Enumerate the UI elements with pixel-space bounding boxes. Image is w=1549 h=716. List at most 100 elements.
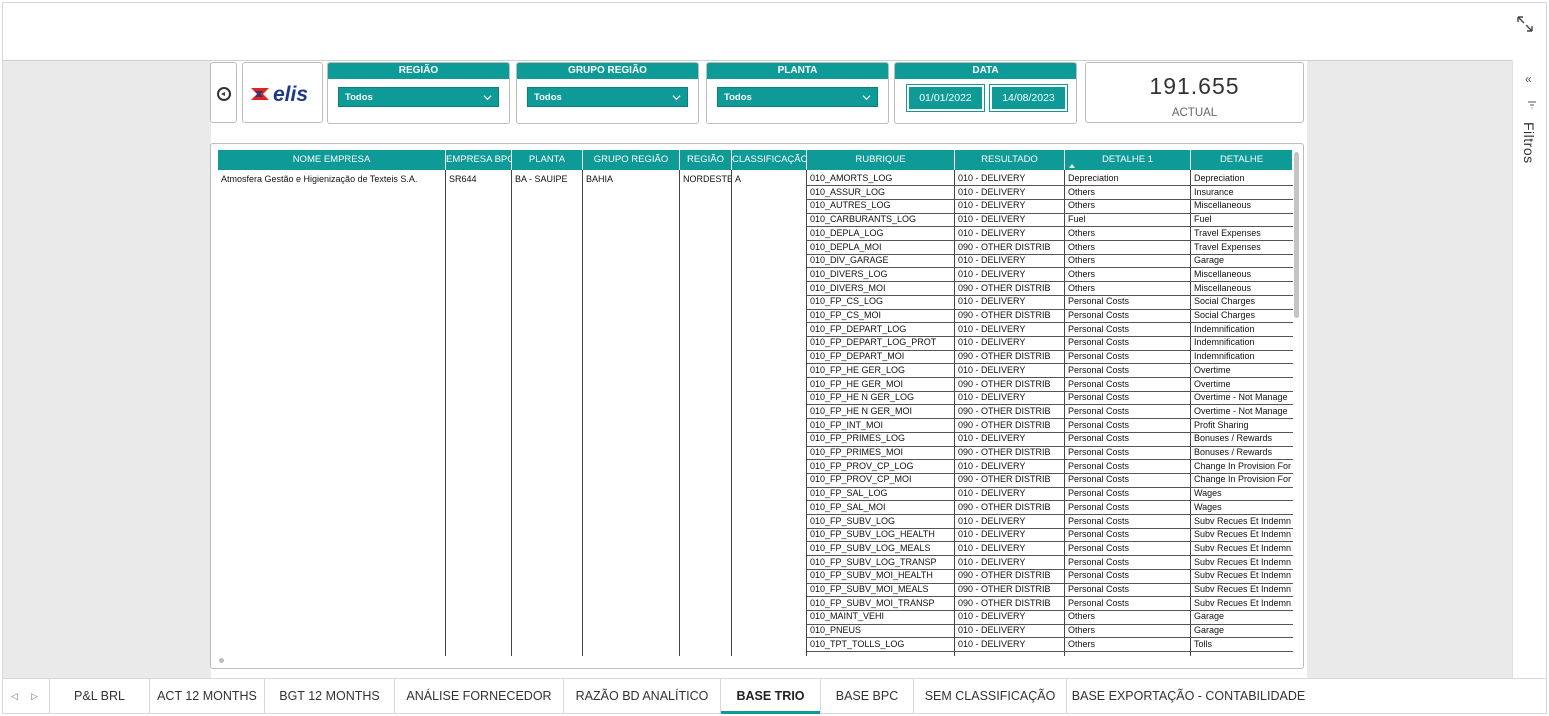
column-header[interactable]: PLANTA xyxy=(512,150,583,170)
back-button[interactable] xyxy=(210,62,237,123)
table-cell: 010_MAINT_VEHI xyxy=(810,611,885,622)
table-cell: 010_FP_PRIMES_MOI xyxy=(810,447,904,457)
table-cell: Fuel xyxy=(1068,214,1086,225)
table-cell: Subv Recues Et Indemn xyxy=(1194,515,1292,526)
table-cell: Others xyxy=(1068,241,1096,252)
table-cell: 010_FP_DEPART_LOG xyxy=(810,323,907,334)
chevron-down-icon xyxy=(483,95,492,101)
tab-prev-icon[interactable]: ◁ xyxy=(11,691,18,702)
table-cell: 010_AUTRES_LOG xyxy=(810,200,891,211)
vertical-scrollbar[interactable] xyxy=(1294,152,1299,318)
table-cell: 010_DIVERS_MOI xyxy=(810,282,886,293)
slicer-data: DATA 01/01/2022 14/08/2023 xyxy=(894,62,1077,124)
table-cell: Others xyxy=(1068,227,1096,238)
table-cell: Others xyxy=(1068,282,1096,293)
column-divider xyxy=(679,170,680,656)
table-cell: Fuel xyxy=(1194,214,1212,225)
page-tab[interactable]: ANÁLISE FORNECEDOR xyxy=(394,679,563,714)
regiao-dropdown[interactable]: Todos xyxy=(338,87,499,107)
column-header[interactable]: EMPRESA BPC xyxy=(446,150,512,170)
page-tab[interactable]: ACT 12 MONTHS xyxy=(149,679,264,714)
table-cell: 090 - OTHER DISTRIB xyxy=(958,447,1051,457)
table-cell: 010_PNEUS xyxy=(810,625,862,636)
sort-caret-icon xyxy=(1069,164,1075,168)
table-cell: Social Charges xyxy=(1194,310,1256,320)
table-cell: Others xyxy=(1068,200,1096,211)
kpi-card: 191.655 ACTUAL xyxy=(1085,62,1304,123)
column-header[interactable]: NOME EMPRESA xyxy=(218,150,446,170)
column-divider xyxy=(511,170,512,656)
page-tab[interactable]: RAZÃO BD ANALÍTICO xyxy=(563,679,720,714)
table-cell: Personal Costs xyxy=(1068,447,1130,457)
table-cell: 090 - OTHER DISTRIB xyxy=(958,282,1051,293)
table-cell: 010_FP_SUBV_LOG_MEALS xyxy=(810,542,931,553)
table-cell: 010_FP_SUBV_MOI_MEALS xyxy=(810,584,929,594)
page-tab[interactable]: BGT 12 MONTHS xyxy=(264,679,394,714)
table-cell: 090 - OTHER DISTRIB xyxy=(958,241,1051,252)
table-cell: Personal Costs xyxy=(1068,337,1130,348)
table-cell: Depreciation xyxy=(1194,173,1245,183)
table-cell: 010_FP_HE GER_LOG xyxy=(810,364,906,375)
table-viewport[interactable]: NOME EMPRESA EMPRESA BPC PLANTA GRUPO REGIÃ… xyxy=(218,150,1293,656)
filter-pane-label[interactable]: Filtros xyxy=(1521,122,1537,164)
column-header[interactable]: DETALHE xyxy=(1191,150,1293,170)
grupo-regiao-dropdown[interactable]: Todos xyxy=(527,87,688,107)
table-cell: 010 - DELIVERY xyxy=(958,200,1026,211)
table-cell: 090 - OTHER DISTRIB xyxy=(958,310,1051,320)
column-header[interactable]: RUBRIQUE xyxy=(807,150,955,170)
table-cell: Personal Costs xyxy=(1068,419,1130,430)
kpi-value: 191.655 xyxy=(1149,73,1240,99)
table-cell: Subv Recues Et Indemn xyxy=(1194,584,1292,594)
table-cell: 010 - DELIVERY xyxy=(958,556,1026,567)
table-cell: 010_FP_PROV_CP_LOG xyxy=(810,460,914,471)
table-cell: 090 - OTHER DISTRIB xyxy=(958,474,1051,485)
table-cell: 010_CARBURANTS_LOG xyxy=(810,214,917,225)
table-cell: Bonuses / Rewards xyxy=(1194,447,1273,457)
planta-dropdown[interactable]: Todos xyxy=(717,87,878,107)
table-cell: Personal Costs xyxy=(1068,584,1130,594)
collapse-pane-icon[interactable]: « xyxy=(1525,72,1532,86)
table-cell: 010 - DELIVERY xyxy=(958,625,1026,636)
column-header[interactable]: RESULTADO xyxy=(955,150,1065,170)
table-cell: Overtime - Not Manage xyxy=(1194,392,1288,403)
elis-logo-mark: elis xyxy=(251,83,308,106)
page-tab[interactable]: P&L BRL xyxy=(49,679,149,714)
table-cell: 010 - DELIVERY xyxy=(958,173,1026,183)
table-cell: 010 - DELIVERY xyxy=(958,227,1026,238)
horizontal-scrollbar[interactable] xyxy=(219,658,224,663)
table-cell: Subv Recues Et Indemn xyxy=(1194,529,1292,540)
table-cell: Miscellaneous xyxy=(1194,200,1252,211)
table-cell: Personal Costs xyxy=(1068,351,1130,362)
table-cell: 010_ASSUR_LOG xyxy=(810,186,886,197)
page-tab[interactable]: BASE TRIO xyxy=(720,679,820,714)
table-cell: Indemnification xyxy=(1194,323,1255,334)
tab-next-icon[interactable]: ▷ xyxy=(31,691,38,702)
table-cell: 010_DIV_GARAGE xyxy=(810,255,889,266)
column-header[interactable]: REGIÃO xyxy=(680,150,732,170)
start-date-input[interactable]: 01/01/2022 xyxy=(906,84,985,112)
end-date-input[interactable]: 14/08/2023 xyxy=(989,84,1068,112)
column-header[interactable]: DETALHE 1 xyxy=(1065,150,1191,170)
table-cell: Overtime - Not Manage xyxy=(1194,405,1288,416)
expand-icon[interactable] xyxy=(1514,13,1536,35)
page-tab[interactable]: BASE EXPORTAÇÃO - CONTABILIDADE xyxy=(1066,679,1310,714)
table-cell: 010 - DELIVERY xyxy=(958,214,1026,225)
slicer-title: REGIÃO xyxy=(328,63,509,79)
table-cell: Personal Costs xyxy=(1068,392,1130,403)
table-cell: Garage xyxy=(1194,625,1225,636)
table-cell: 010 - DELIVERY xyxy=(958,268,1026,279)
page-tab[interactable]: SEM CLASSIFICAÇÃO xyxy=(913,679,1066,714)
column-header[interactable]: GRUPO REGIÃO xyxy=(583,150,680,170)
slicer-grupo-regiao: GRUPO REGIÃO Todos xyxy=(516,62,699,124)
page-tab[interactable]: BASE BPC xyxy=(820,679,913,714)
column-header[interactable]: CLASSIFICAÇÃO xyxy=(732,150,807,170)
table-cell: 010_FP_SAL_LOG xyxy=(810,488,888,499)
table-cell: 010 - DELIVERY xyxy=(958,460,1026,471)
group-cell: A xyxy=(735,174,742,184)
table-cell: Personal Costs xyxy=(1068,488,1130,499)
table-cell: 010_DEPLA_LOG xyxy=(810,227,884,238)
table-cell: Insurance xyxy=(1194,186,1234,197)
table-cell: 010 - DELIVERY xyxy=(958,337,1026,348)
table-cell: Others xyxy=(1068,255,1096,266)
chevron-down-icon xyxy=(672,95,681,101)
